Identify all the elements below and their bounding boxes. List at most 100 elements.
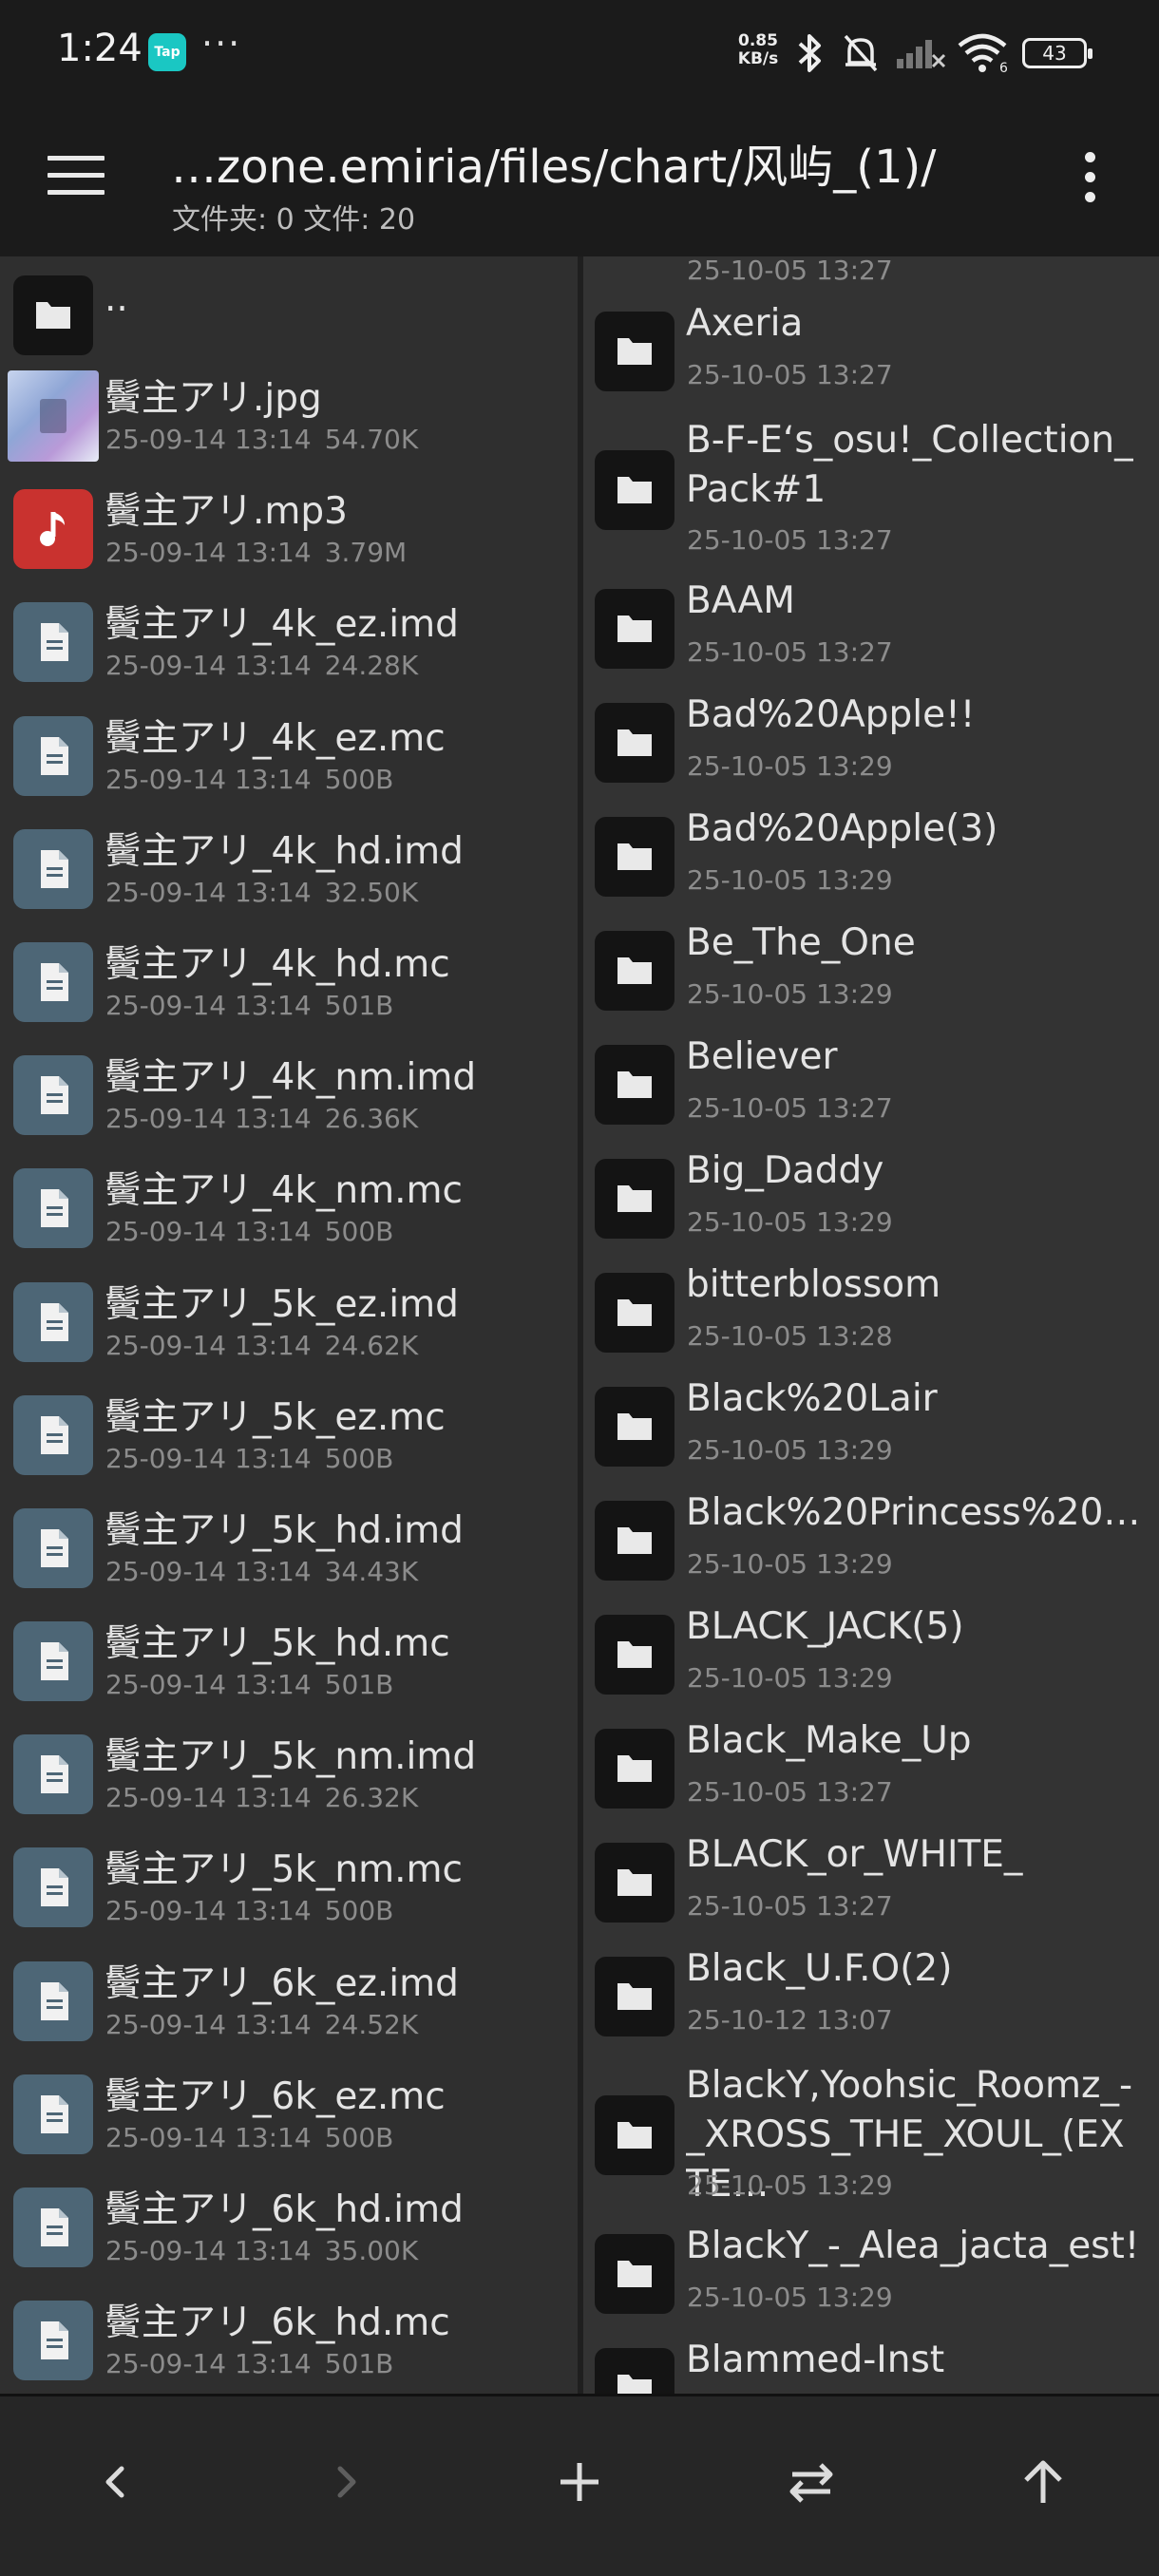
file-item[interactable]: 鬢主アリ_6k_ez.imd 25-09-14 13:14 24.52K [0,1946,578,2059]
forward-button[interactable] [308,2444,384,2520]
folder-item[interactable]: BAAM 25-10-05 13:27 [583,572,1159,686]
file-size: 500B [324,2121,394,2153]
file-date: 25-09-14 13:14 [105,2008,312,2040]
folder-item[interactable]: Bad%20Apple(3) 25-10-05 13:29 [583,800,1159,914]
folder-item[interactable]: BlackY,Yoohsic_Roomz_-_XROSS_THE_XOUL_(E… [583,2054,1159,2217]
folder-date: 25-10-05 13:27 [687,256,893,286]
up-directory-button[interactable] [1005,2444,1081,2520]
file-item[interactable]: 鬢主アリ.jpg 25-09-14 13:14 54.70K [0,361,578,474]
file-icon [13,941,93,1022]
file-name: 鬢主アリ_6k_ez.mc [104,2074,446,2118]
folder-icon [595,450,674,530]
folder-item[interactable]: BlackY_-_Alea_jacta_est! 25-10-05 13:29 [583,2217,1159,2331]
file-date: 25-09-14 13:14 [105,876,312,908]
file-name: 鬢主アリ_4k_ez.mc [104,716,446,760]
swap-panes-icon [789,2463,833,2503]
folder-name: Be_The_One [686,921,916,964]
file-icon [13,1847,93,1928]
folder-date: 25-10-05 13:29 [687,1206,893,1238]
folder-file-count: 文件夹: 0 文件: 20 [172,203,416,237]
folder-item[interactable]: BLACK_or_WHITE_ 25-10-05 13:27 [583,1826,1159,1940]
file-item[interactable]: 鬢主アリ_6k_hd.imd 25-09-14 13:14 35.00K [0,2172,578,2285]
file-size: 501B [324,2348,394,2380]
file-item[interactable]: 鬢主アリ_5k_ez.imd 25-09-14 13:14 24.62K [0,1267,578,1380]
file-date: 25-09-14 13:14 [105,424,312,455]
network-speed-unit: KB/s [737,49,779,68]
folder-icon [595,1159,674,1239]
folder-date: 25-10-05 13:29 [687,2282,893,2313]
add-button[interactable] [542,2444,618,2520]
file-name: 鬢主アリ.jpg [104,377,322,420]
right-file-pane[interactable]: 25-10-05 13:27 Axeria 25-10-05 13:27 B-F-E‘… [583,256,1159,2394]
file-name: 鬢主アリ_4k_hd.mc [104,942,450,986]
file-item[interactable]: 鬢主アリ_4k_hd.imd 25-09-14 13:14 32.50K [0,814,578,927]
signal-icon [897,40,946,68]
file-item[interactable]: 鬢主アリ_5k_nm.imd 25-09-14 13:14 26.32K [0,1719,578,1832]
folder-name: BLACK_or_WHITE_ [686,1833,1023,1876]
folder-date: 25-10-05 13:29 [687,1662,893,1694]
file-item[interactable]: 鬢主アリ_4k_ez.mc 25-09-14 13:14 500B [0,701,578,814]
file-item[interactable]: 鬢主アリ.mp3 25-09-14 13:14 3.79M [0,474,578,587]
folder-icon [595,1957,674,2036]
file-item[interactable]: 鬢主アリ_4k_hd.mc 25-09-14 13:14 501B [0,927,578,1040]
folder-item[interactable]: Believer 25-10-05 13:27 [583,1028,1159,1142]
music-icon [13,489,93,570]
back-button[interactable] [78,2444,154,2520]
folder-item[interactable]: Be_The_One 25-10-05 13:29 [583,914,1159,1028]
file-item[interactable]: 鬢主アリ_5k_hd.imd 25-09-14 13:14 34.43K [0,1493,578,1606]
folder-item[interactable]: Black_U.F.O(2) 25-10-12 13:07 [583,1940,1159,2054]
file-name: 鬢主アリ.mp3 [104,490,348,534]
folder-date: 25-10-05 13:29 [687,864,893,896]
file-item[interactable]: 鬢主アリ_5k_hd.mc 25-09-14 13:14 501B [0,1606,578,1719]
file-meta: 25-09-14 13:14 24.62K [105,1330,418,1361]
file-meta: 25-09-14 13:14 500B [105,1216,393,1247]
folder-item[interactable]: 25-10-05 13:27 [583,256,1159,294]
folder-icon [595,589,674,669]
folder-item[interactable]: Big_Daddy 25-10-05 13:29 [583,1142,1159,1256]
file-name: 鬢主アリ_6k_hd.mc [104,2301,450,2345]
left-file-pane[interactable]: .. 鬢主アリ.jpg 25-09-14 13:14 54.70K 鬢主アリ.mp3 2… [0,256,578,2394]
file-item[interactable]: 鬢主アリ_4k_nm.imd 25-09-14 13:14 26.36K [0,1040,578,1153]
folder-item[interactable]: B-F-E‘s_osu!_Collection_Pack#1 25-10-05 1… [583,408,1159,572]
wifi-icon: 6 [958,33,1008,76]
parent-folder-item[interactable]: .. [0,256,578,361]
folder-item[interactable]: Black%20Princess%20(1) 25-10-05 13:29 [583,1484,1159,1598]
file-icon [13,2301,93,2381]
swap-panes-button[interactable] [773,2444,849,2520]
image-thumbnail [8,370,99,462]
folder-date: 25-10-05 13:29 [687,1434,893,1466]
menu-icon[interactable] [48,156,104,201]
file-name: 鬢主アリ_5k_nm.mc [104,1848,463,1892]
folder-item[interactable]: Blammed-Inst [583,2331,1159,2394]
file-item[interactable]: 鬢主アリ_4k_nm.mc 25-09-14 13:14 500B [0,1153,578,1266]
folder-name: Big_Daddy [686,1149,884,1192]
folder-date: 25-10-05 13:29 [687,2169,893,2201]
folder-item[interactable]: Black_Make_Up 25-10-05 13:27 [583,1712,1159,1826]
folder-date: 25-10-05 13:27 [687,1776,893,1808]
status-time: 1:24 [57,27,142,70]
file-size: 32.50K [324,876,419,908]
file-item[interactable]: 鬢主アリ_4k_ez.imd 25-09-14 13:14 24.28K [0,587,578,700]
folder-item[interactable]: Axeria 25-10-05 13:27 [583,294,1159,408]
folder-item[interactable]: BLACK_JACK(5) 25-10-05 13:29 [583,1598,1159,1712]
file-item[interactable]: 鬢主アリ_5k_nm.mc 25-09-14 13:14 500B [0,1832,578,1945]
file-item[interactable]: 鬢主アリ_5k_ez.mc 25-09-14 13:14 500B [0,1380,578,1493]
folder-name: bitterblossom [686,1263,941,1306]
file-icon [13,715,93,796]
file-date: 25-09-14 13:14 [105,1782,312,1814]
folder-item[interactable]: Black%20Lair 25-10-05 13:29 [583,1370,1159,1484]
svg-text:6: 6 [999,61,1008,76]
bottom-toolbar [0,2394,1159,2576]
file-date: 25-09-14 13:14 [105,763,312,795]
file-size: 26.32K [324,1782,419,1814]
folder-item[interactable]: Bad%20Apple!! 25-10-05 13:29 [583,686,1159,800]
forward-icon [337,2466,356,2498]
folder-item[interactable]: bitterblossom 25-10-05 13:28 [583,1256,1159,1370]
overflow-menu-icon[interactable] [1075,152,1104,218]
file-size: 24.52K [324,2008,419,2040]
file-date: 25-09-14 13:14 [105,2121,312,2153]
file-item[interactable]: 鬢主アリ_6k_ez.mc 25-09-14 13:14 500B [0,2059,578,2172]
file-name: 鬢主アリ_6k_hd.imd [104,2188,464,2231]
folder-name: Believer [686,1035,838,1078]
file-item[interactable]: 鬢主アリ_6k_hd.mc 25-09-14 13:14 501B [0,2285,578,2394]
